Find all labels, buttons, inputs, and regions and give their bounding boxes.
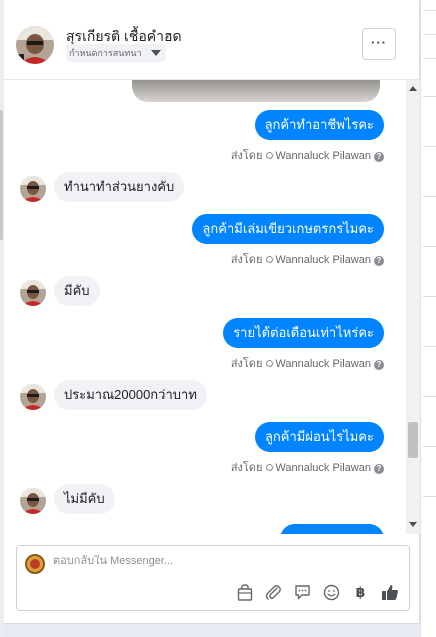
help-icon[interactable]: ? <box>374 256 384 266</box>
thumbs-up-icon[interactable] <box>380 583 399 602</box>
speech-bubble-icon[interactable] <box>293 583 312 602</box>
reply-input[interactable] <box>53 555 353 567</box>
sent-by-prefix: ส่งโดย <box>230 254 263 266</box>
conversation-header: สุรเกียรติ เชื้อคำฮด กำหนดการสนทนา ··· <box>4 0 420 80</box>
scroll-down-arrow-icon[interactable] <box>409 522 417 527</box>
incoming-message-bubble[interactable]: มีคับ <box>54 276 100 306</box>
page-dot-icon <box>266 256 274 263</box>
incoming-message-bubble[interactable]: ประมาณ20000กว่าบาท <box>54 380 207 410</box>
incoming-message-bubble[interactable]: ไม่มีคับ <box>54 484 115 514</box>
contact-avatar[interactable] <box>16 26 54 64</box>
outgoing-message-bubble-partial[interactable] <box>280 524 384 534</box>
sender-name: Wannaluck Pilawan <box>275 358 371 370</box>
composer-toolbar: ฿ <box>235 583 399 602</box>
shared-photo[interactable] <box>132 80 380 102</box>
contact-avatar-small[interactable] <box>20 176 46 202</box>
outgoing-message-bubble[interactable]: ลูกค้ามีเล่มเขียวเกษตรกรไมคะ <box>192 214 384 244</box>
contact-avatar-small[interactable] <box>20 384 46 410</box>
outgoing-message-bubble[interactable]: ลูกค้ามีผ่อนไรไมคะ <box>254 422 384 452</box>
sent-by-prefix: ส่งโดย <box>230 150 263 162</box>
reply-composer: ฿ <box>16 545 410 611</box>
messenger-panel: สุรเกียรติ เชื้อคำฮด กำหนดการสนทนา ··· ล… <box>4 0 420 624</box>
smiley-icon[interactable] <box>322 583 341 602</box>
baht-glyph: ฿ <box>355 584 366 601</box>
help-icon[interactable]: ? <box>374 152 384 162</box>
sent-by-line: ส่งโดย Wannaluck Pilawan? <box>231 250 384 268</box>
sent-by-prefix: ส่งโดย <box>230 358 263 370</box>
page-dot-icon <box>266 152 274 159</box>
more-options-button[interactable]: ··· <box>362 28 396 60</box>
sender-name: Wannaluck Pilawan <box>275 462 371 474</box>
thread-scrollbar-thumb[interactable] <box>408 422 418 458</box>
outgoing-message-bubble[interactable]: ลูกค้าทำอาชีพไรคะ <box>254 110 384 140</box>
baht-icon[interactable]: ฿ <box>351 583 370 602</box>
message-thread[interactable]: ลูกค้าทำอาชีพไรคะ ส่งโดย Wannaluck Pilawa… <box>4 80 404 534</box>
bag-icon[interactable] <box>235 583 254 602</box>
sent-by-line: ส่งโดย Wannaluck Pilawan? <box>231 146 384 164</box>
conversation-status-label: กำหนดการสนทนา <box>69 48 142 58</box>
incoming-message-bubble[interactable]: ทำนาทำส่วนยางคับ <box>54 172 185 202</box>
caret-down-icon <box>150 50 161 56</box>
background-page-edge <box>420 0 436 637</box>
sent-by-line: ส่งโดย Wannaluck Pilawan? <box>231 354 384 372</box>
paperclip-icon[interactable] <box>264 583 283 602</box>
sent-by-line: ส่งโดย Wannaluck Pilawan? <box>231 458 384 476</box>
sender-name: Wannaluck Pilawan <box>275 150 371 162</box>
sender-name: Wannaluck Pilawan <box>275 254 371 266</box>
conversation-status-dropdown[interactable]: กำหนดการสนทนา <box>66 44 166 62</box>
outgoing-message-bubble[interactable]: รายได้ต่อเดือนเท่าไหร่คะ <box>223 318 384 348</box>
help-icon[interactable]: ? <box>374 360 384 370</box>
page-dot-icon <box>266 464 274 471</box>
scroll-up-arrow-icon[interactable] <box>409 86 417 91</box>
help-icon[interactable]: ? <box>374 464 384 474</box>
left-scrollbar-thumb[interactable] <box>0 110 3 240</box>
thread-scrollbar[interactable] <box>406 80 420 534</box>
page-avatar <box>25 554 45 574</box>
contact-avatar-small[interactable] <box>20 280 46 306</box>
page-dot-icon <box>266 360 274 367</box>
contact-avatar-small[interactable] <box>20 488 46 514</box>
sent-by-prefix: ส่งโดย <box>230 462 263 474</box>
